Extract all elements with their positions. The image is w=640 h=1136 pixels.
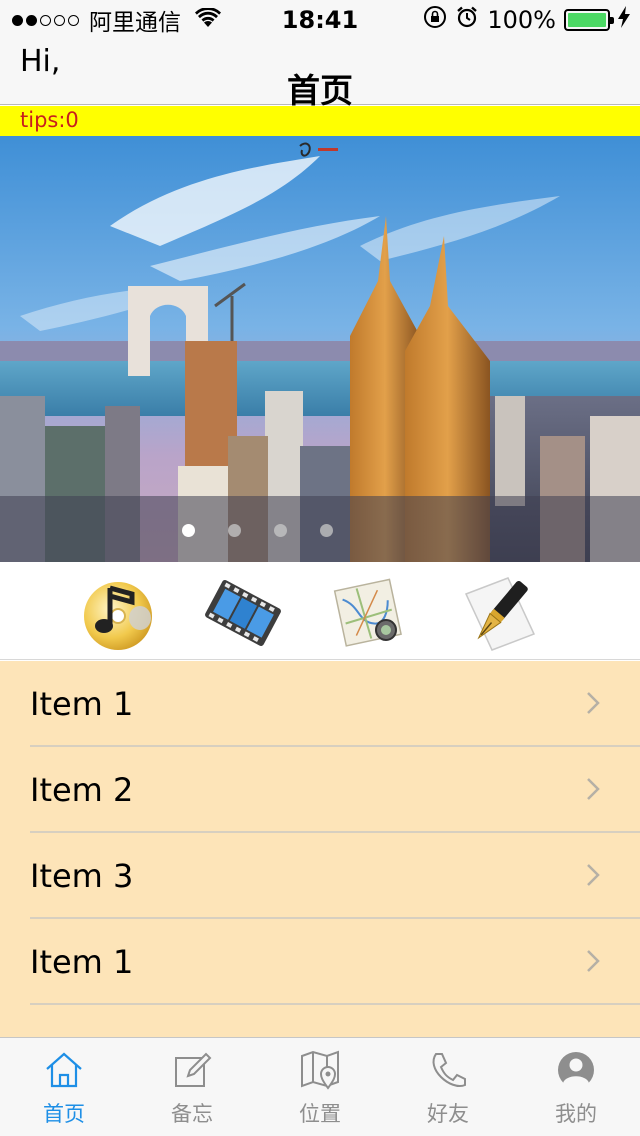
list-item[interactable]: Item 1 bbox=[0, 661, 640, 747]
chevron-right-icon bbox=[587, 692, 600, 714]
city-skyline-image bbox=[0, 136, 640, 562]
location-map-icon bbox=[301, 1050, 339, 1090]
tab-label: 备忘 bbox=[171, 1102, 213, 1126]
shortcut-row bbox=[0, 562, 640, 660]
tab-label: 首页 bbox=[43, 1102, 85, 1126]
page-dot[interactable] bbox=[274, 524, 287, 537]
tab-label: 我的 bbox=[555, 1102, 597, 1126]
tab-bar: 首页 备忘 位置 好友 我的 bbox=[0, 1037, 640, 1136]
tab-location[interactable]: 位置 bbox=[256, 1038, 384, 1136]
chevron-right-icon bbox=[587, 864, 600, 886]
map-icon[interactable] bbox=[332, 574, 410, 652]
battery-percent: 100% bbox=[487, 6, 556, 34]
list-item-label: Item 2 bbox=[30, 771, 134, 809]
music-cd-icon[interactable] bbox=[80, 574, 158, 652]
list-item[interactable]: Item 2 bbox=[0, 747, 640, 833]
navigation-bar: Hi, 首页 bbox=[0, 40, 640, 110]
rotation-lock-icon bbox=[423, 5, 447, 35]
list-separator bbox=[30, 1003, 640, 1005]
memo-icon bbox=[175, 1052, 212, 1087]
alarm-icon bbox=[455, 5, 479, 35]
tab-label: 位置 bbox=[299, 1102, 341, 1126]
tab-label: 好友 bbox=[427, 1102, 469, 1126]
list-item-label: Item 1 bbox=[30, 685, 134, 723]
chevron-right-icon bbox=[587, 950, 600, 972]
status-right: 100% bbox=[423, 6, 630, 34]
list-item[interactable]: Item 3 bbox=[0, 833, 640, 919]
chevron-right-icon bbox=[587, 778, 600, 800]
page-dot[interactable] bbox=[320, 524, 333, 537]
page-dot[interactable] bbox=[182, 524, 195, 537]
phone-icon bbox=[432, 1053, 466, 1087]
tab-home[interactable]: 首页 bbox=[0, 1038, 128, 1136]
page-indicator[interactable] bbox=[0, 524, 640, 538]
film-icon[interactable] bbox=[204, 574, 282, 652]
page-title: 首页 bbox=[287, 71, 353, 110]
charging-bolt-icon bbox=[618, 6, 630, 34]
item-list: Item 1 Item 2 Item 3 Item 1 bbox=[0, 661, 640, 1037]
pen-icon[interactable] bbox=[460, 574, 538, 652]
page-dot[interactable] bbox=[228, 524, 241, 537]
profile-icon bbox=[558, 1052, 594, 1089]
tips-label: tips:0 bbox=[20, 108, 79, 132]
status-bar: 阿里通信 18:41 100% bbox=[0, 0, 640, 40]
banner-carousel[interactable] bbox=[0, 136, 640, 562]
tab-memo[interactable]: 备忘 bbox=[128, 1038, 256, 1136]
tab-profile[interactable]: 我的 bbox=[512, 1038, 640, 1136]
tips-bar: tips:0 bbox=[0, 106, 640, 136]
tab-friends[interactable]: 好友 bbox=[384, 1038, 512, 1136]
list-item-label: Item 3 bbox=[30, 857, 134, 895]
list-item[interactable]: Item 1 bbox=[0, 919, 640, 1005]
battery-icon bbox=[564, 9, 614, 31]
list-item-label: Item 1 bbox=[30, 943, 134, 981]
home-icon bbox=[46, 1052, 82, 1088]
